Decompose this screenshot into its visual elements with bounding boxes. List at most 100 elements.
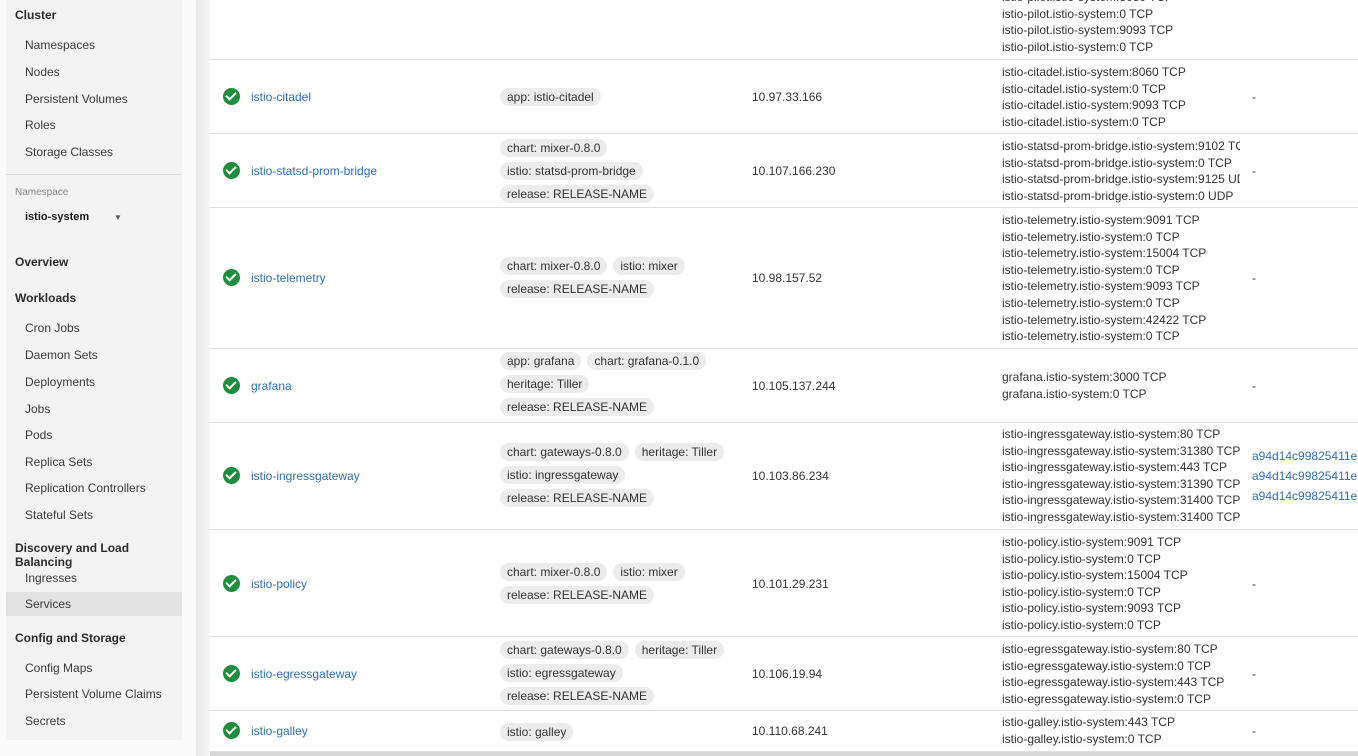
external-endpoints-value: -	[1252, 667, 1256, 681]
caret-down-icon: ▼	[114, 213, 122, 222]
endpoint-text: istio-pilot.istio-system:0 TCP	[1002, 39, 1154, 54]
sidebar-section-discovery: Discovery and Load Balancing	[15, 541, 130, 569]
sidebar-item-config-maps[interactable]: Config Maps	[6, 656, 182, 680]
service-name-link[interactable]: istio-citadel	[251, 90, 311, 104]
external-endpoints-cell: a94d14c99825411e a94d14c99825411e a94d14c9…	[1252, 446, 1358, 506]
label-chip: istio: statsd-prom-bridge	[500, 162, 643, 180]
label-chip: heritage: Tiller	[634, 443, 725, 461]
sidebar-item-namespaces[interactable]: Namespaces	[6, 33, 182, 57]
table-row: istio-egressgateway chart: gateways-0.8.0…	[210, 637, 1358, 711]
sidebar-item-cron-jobs[interactable]: Cron Jobs	[6, 316, 182, 340]
sidebar-item-deployments[interactable]: Deployments	[6, 370, 182, 394]
label-chip: app: istio-citadel	[500, 88, 601, 106]
check-circle-icon	[223, 269, 240, 286]
label-chip: istio: mixer	[613, 563, 685, 581]
label-chip: release: RELEASE-NAME	[500, 398, 655, 416]
endpoint-text: istio-telemetry.istio-system:0 TCP	[1002, 262, 1180, 277]
endpoint-text: istio-galley.istio-system:0 TCP	[1002, 731, 1162, 746]
sidebar-item-secrets[interactable]: Secrets	[6, 709, 182, 733]
label-chip: chart: gateways-0.8.0	[500, 443, 629, 461]
label-chip: heritage: Tiller	[634, 641, 725, 659]
labels-cell: istio: galley	[500, 723, 740, 746]
endpoint-text: istio-telemetry.istio-system:0 TCP	[1002, 329, 1180, 344]
label-chip: istio: galley	[500, 723, 574, 741]
table-row: istio-citadel app: istio-citadel 10.97.33.…	[210, 60, 1358, 134]
label-chip: release: RELEASE-NAME	[500, 185, 655, 203]
label-chip: release: RELEASE-NAME	[500, 280, 655, 298]
service-name-link[interactable]: grafana	[251, 379, 292, 393]
check-circle-icon	[223, 377, 240, 394]
sidebar-item-persistent-volumes[interactable]: Persistent Volumes	[6, 87, 182, 111]
sidebar-item-roles[interactable]: Roles	[6, 113, 182, 137]
horizontal-scrollbar[interactable]	[210, 752, 1358, 756]
endpoint-text: istio-policy.istio-system:0 TCP	[1002, 617, 1161, 632]
external-endpoint-link[interactable]: a94d14c99825411e	[1252, 446, 1358, 466]
check-circle-icon	[223, 575, 240, 592]
sidebar-item-pods[interactable]: Pods	[6, 423, 182, 447]
labels-cell: app: istio-citadel	[500, 88, 740, 111]
endpoint-text: istio-telemetry.istio-system:0 TCP	[1002, 295, 1180, 310]
check-circle-icon	[223, 467, 240, 484]
table-row: istio-policy chart: mixer-0.8.0 istio: mix…	[210, 530, 1358, 637]
endpoint-text: istio-ingressgateway.istio-system:31400 …	[1002, 509, 1240, 524]
sidebar-item-overview[interactable]: Overview	[6, 255, 182, 269]
sidebar-panel: Cluster Namespaces Nodes Persistent Volumes…	[6, 0, 182, 740]
external-endpoints-value: -	[1252, 379, 1256, 393]
sidebar-item-ingresses[interactable]: Ingresses	[6, 566, 182, 590]
labels-cell: chart: mixer-0.8.0 istio: statsd-prom-bri…	[500, 139, 740, 208]
sidebar-divider	[6, 174, 182, 175]
endpoint-text: istio-telemetry.istio-system:9093 TCP	[1002, 279, 1200, 294]
endpoint-text: istio-statsd-prom-bridge.istio-system:91…	[1002, 139, 1240, 153]
namespace-label: Namespace	[15, 187, 69, 198]
label-chip: chart: mixer-0.8.0	[500, 563, 608, 581]
table-row: istio-telemetry chart: mixer-0.8.0 istio: …	[210, 208, 1358, 349]
endpoint-text: istio-statsd-prom-bridge.istio-system:0 …	[1002, 155, 1232, 170]
service-name-link[interactable]: istio-ingressgateway	[251, 469, 360, 483]
label-chip: release: RELEASE-NAME	[500, 489, 655, 507]
label-chip: istio: ingressgateway	[500, 466, 626, 484]
cluster-ip: 10.97.33.166	[752, 90, 823, 104]
check-circle-icon	[223, 722, 240, 739]
service-name-link[interactable]: istio-galley	[251, 724, 308, 738]
sidebar-item-jobs[interactable]: Jobs	[6, 397, 182, 421]
endpoint-text: grafana.istio-system:3000 TCP	[1002, 370, 1167, 384]
endpoint-text: istio-galley.istio-system:443 TCP	[1002, 715, 1175, 729]
service-name-link[interactable]: istio-policy	[251, 577, 307, 591]
endpoint-text: istio-egressgateway.istio-system:443 TCP	[1002, 675, 1225, 690]
sidebar-section-config: Config and Storage	[15, 631, 126, 645]
sidebar-item-storage-classes[interactable]: Storage Classes	[6, 140, 182, 164]
service-name-link[interactable]: istio-statsd-prom-bridge	[251, 164, 377, 178]
endpoint-text: istio-egressgateway.istio-system:80 TCP	[1002, 642, 1218, 656]
label-chip: heritage: Tiller	[500, 375, 590, 393]
endpoint-text: grafana.istio-system:0 TCP	[1002, 386, 1147, 401]
namespace-select[interactable]: istio-system ▼	[6, 205, 126, 235]
sidebar-item-nodes[interactable]: Nodes	[6, 60, 182, 84]
sidebar-item-replica-sets[interactable]: Replica Sets	[6, 450, 182, 474]
sidebar-item-daemon-sets[interactable]: Daemon Sets	[6, 343, 182, 367]
external-endpoints-value: -	[1252, 164, 1256, 178]
endpoints-cell: istio-policy.istio-system:9091 TCP istio-…	[1002, 534, 1240, 634]
endpoint-text: istio-policy.istio-system:0 TCP	[1002, 551, 1161, 566]
endpoint-text: istio-telemetry.istio-system:9091 TCP	[1002, 213, 1200, 227]
endpoints-cell: istio-egressgateway.istio-system:80 TCP i…	[1002, 641, 1240, 707]
endpoint-text: istio-ingressgateway.istio-system:31380 …	[1002, 443, 1240, 458]
endpoint-text: istio-statsd-prom-bridge.istio-system:91…	[1002, 172, 1240, 187]
sidebar-item-services[interactable]: Services	[6, 592, 182, 616]
external-endpoint-link[interactable]: a94d14c99825411e	[1252, 466, 1358, 486]
label-chip: release: RELEASE-NAME	[500, 687, 655, 705]
service-name-link[interactable]: istio-telemetry	[251, 271, 326, 285]
endpoint-text: istio-ingressgateway.istio-system:443 TC…	[1002, 460, 1227, 475]
labels-cell: app: grafana chart: grafana-0.1.0 heritage…	[500, 352, 740, 421]
endpoints-cell: istio-galley.istio-system:443 TCP istio-g…	[1002, 714, 1240, 747]
service-name-link[interactable]: istio-egressgateway	[251, 667, 357, 681]
endpoint-text: istio-pilot.istio-system:0 TCP	[1002, 6, 1154, 21]
sidebar-item-persistent-volume-claims[interactable]: Persistent Volume Claims	[6, 682, 182, 706]
endpoint-text: istio-ingressgateway.istio-system:31400 …	[1002, 493, 1240, 508]
sidebar-item-stateful-sets[interactable]: Stateful Sets	[6, 503, 182, 527]
sidebar-item-replication-controllers[interactable]: Replication Controllers	[6, 476, 182, 500]
services-table: istio-pilot.istio-system:8080 TCPistio-p…	[210, 0, 1358, 756]
external-endpoint-link[interactable]: a94d14c99825411e	[1252, 486, 1358, 506]
endpoints-cell: grafana.istio-system:3000 TCP grafana.ist…	[1002, 369, 1240, 402]
label-chip: istio: egressgateway	[500, 664, 623, 682]
labels-cell: chart: mixer-0.8.0 istio: mixer release: R…	[500, 257, 740, 303]
